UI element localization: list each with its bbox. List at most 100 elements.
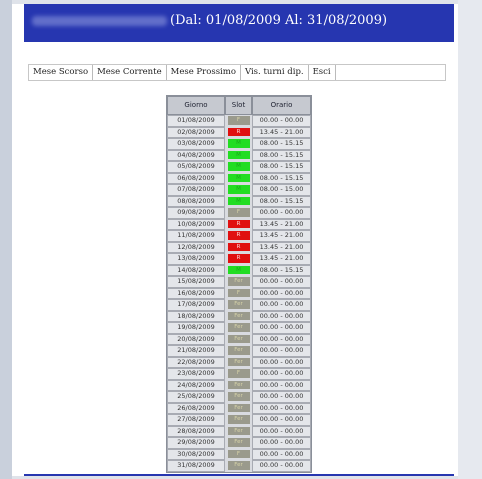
time-cell: 13.45 - 21.00	[252, 241, 311, 253]
slot-indicator: Fer	[227, 323, 250, 332]
slot-cell: R	[225, 219, 252, 231]
table-header-row: Giorno Slot Orario	[167, 96, 311, 115]
table-row: 01/08/2009 F 00.00 - 00.00	[167, 115, 311, 127]
slot-indicator: Fer	[227, 346, 250, 355]
time-cell: 08.00 - 15.15	[252, 195, 311, 207]
slot-cell: M	[225, 173, 252, 185]
page-header: (Dal: 01/08/2009 Al: 31/08/2009)	[24, 4, 454, 42]
slot-cell: Fer	[225, 414, 252, 426]
right-background-band	[458, 0, 482, 479]
slot-cell: R	[225, 230, 252, 242]
table-row: 21/08/2009 Fer 00.00 - 00.00	[167, 345, 311, 357]
time-cell: 08.00 - 15.15	[252, 264, 311, 276]
blurred-employee-name	[32, 16, 167, 26]
table-row: 12/08/2009 R 13.45 - 21.00	[167, 241, 311, 253]
slot-cell: Fer	[225, 403, 252, 415]
date-cell: 24/08/2009	[167, 379, 225, 391]
time-cell: 13.45 - 21.00	[252, 230, 311, 242]
slot-indicator: R	[227, 219, 250, 228]
table-row: 14/08/2009 M 08.00 - 15.15	[167, 264, 311, 277]
slot-indicator: Fer	[227, 300, 250, 309]
menu-next-month[interactable]: Mese Prossimo	[167, 65, 241, 80]
time-cell: 13.45 - 21.00	[252, 253, 311, 265]
menu-exit[interactable]: Esci	[309, 65, 336, 80]
date-cell: 04/08/2009	[167, 149, 225, 161]
slot-cell: M	[225, 150, 252, 162]
date-cell: 06/08/2009	[167, 172, 225, 184]
slot-indicator: Fer	[227, 438, 250, 447]
menu-current-month[interactable]: Mese Corrente	[93, 65, 167, 80]
date-cell: 17/08/2009	[167, 299, 225, 311]
date-cell: 05/08/2009	[167, 161, 225, 173]
time-cell: 08.00 - 15.15	[252, 161, 311, 173]
time-cell: 08.00 - 15.15	[252, 138, 311, 150]
left-background-band	[0, 0, 12, 479]
time-cell: 00.00 - 00.00	[252, 402, 311, 414]
time-cell: 00.00 - 00.00	[252, 345, 311, 357]
time-cell: 00.00 - 00.00	[252, 448, 311, 460]
date-cell: 14/08/2009	[167, 264, 225, 276]
time-cell: 00.00 - 00.00	[252, 368, 311, 380]
date-cell: 21/08/2009	[167, 345, 225, 357]
time-cell: 00.00 - 00.00	[252, 276, 311, 288]
time-cell: 00.00 - 00.00	[252, 379, 311, 391]
table-row: 05/08/2009 M 08.00 - 15.15	[167, 161, 311, 173]
table-row: 11/08/2009 R 13.45 - 21.00	[167, 230, 311, 242]
date-cell: 27/08/2009	[167, 414, 225, 426]
slot-indicator: R	[227, 242, 250, 251]
slot-indicator: F	[227, 369, 250, 378]
menu-previous-month[interactable]: Mese Scorso	[29, 65, 94, 80]
slot-cell: Fer	[225, 276, 252, 288]
slot-indicator: M	[227, 162, 250, 171]
table-body: 01/08/2009 F 00.00 - 00.00 02/08/2009 R 13.45…	[167, 115, 311, 472]
table-row: 31/08/2009 Fer 00.00 - 00.00	[167, 460, 311, 472]
slot-indicator: M	[227, 150, 250, 159]
table-row: 07/08/2009 M 08.00 - 15.00	[167, 184, 311, 196]
slot-cell: F	[225, 368, 252, 380]
slot-cell: F	[225, 115, 252, 127]
slot-cell: M	[225, 265, 252, 277]
table-row: 15/08/2009 Fer 00.00 - 00.00	[167, 276, 311, 288]
table-row: 04/08/2009 M 08.00 - 15.15	[167, 149, 311, 162]
date-cell: 10/08/2009	[167, 218, 225, 230]
date-cell: 22/08/2009	[167, 356, 225, 368]
table-row: 24/08/2009 Fer 00.00 - 00.00	[167, 379, 311, 391]
table-row: 30/08/2009 F 00.00 - 00.00	[167, 448, 311, 460]
menu-view-shifts[interactable]: Vis. turni dip.	[241, 65, 309, 80]
table-row: 16/08/2009 F 00.00 - 00.00	[167, 287, 311, 299]
header-slot: Slot	[225, 96, 252, 115]
slot-cell: F	[225, 207, 252, 219]
slot-indicator: R	[227, 254, 250, 263]
slot-indicator: Fer	[227, 392, 250, 401]
time-cell: 00.00 - 00.00	[252, 115, 311, 127]
slot-indicator: Fer	[227, 461, 250, 470]
time-cell: 00.00 - 00.00	[252, 391, 311, 403]
time-cell: 00.00 - 00.00	[252, 333, 311, 345]
table-row: 28/08/2009 Fer 00.00 - 00.00	[167, 425, 311, 437]
time-cell: 08.00 - 15.15	[252, 149, 311, 161]
date-cell: 19/08/2009	[167, 322, 225, 334]
slot-indicator: Fer	[227, 357, 250, 366]
time-cell: 08.00 - 15.15	[252, 172, 311, 184]
time-cell: 00.00 - 00.00	[252, 207, 311, 219]
date-cell: 30/08/2009	[167, 448, 225, 460]
date-cell: 31/08/2009	[167, 460, 225, 472]
table-row: 09/08/2009 F 00.00 - 00.00	[167, 207, 311, 219]
slot-cell: M	[225, 138, 252, 150]
date-cell: 07/08/2009	[167, 184, 225, 196]
table-row: 22/08/2009 Fer 00.00 - 00.00	[167, 356, 311, 368]
table-row: 17/08/2009 Fer 00.00 - 00.00	[167, 299, 311, 311]
time-cell: 00.00 - 00.00	[252, 437, 311, 449]
slot-indicator: F	[227, 449, 250, 458]
table-row: 26/08/2009 Fer 00.00 - 00.00	[167, 402, 311, 415]
slot-cell: R	[225, 127, 252, 139]
slot-cell: R	[225, 253, 252, 265]
slot-indicator: M	[227, 173, 250, 182]
date-range-title: (Dal: 01/08/2009 Al: 31/08/2009)	[170, 13, 388, 28]
slot-cell: M	[225, 196, 252, 208]
slot-indicator: F	[227, 116, 250, 125]
slot-indicator: Fer	[227, 403, 250, 412]
slot-cell: Fer	[225, 391, 252, 403]
table-row: 23/08/2009 F 00.00 - 00.00	[167, 368, 311, 380]
table-row: 18/08/2009 Fer 00.00 - 00.00	[167, 310, 311, 322]
